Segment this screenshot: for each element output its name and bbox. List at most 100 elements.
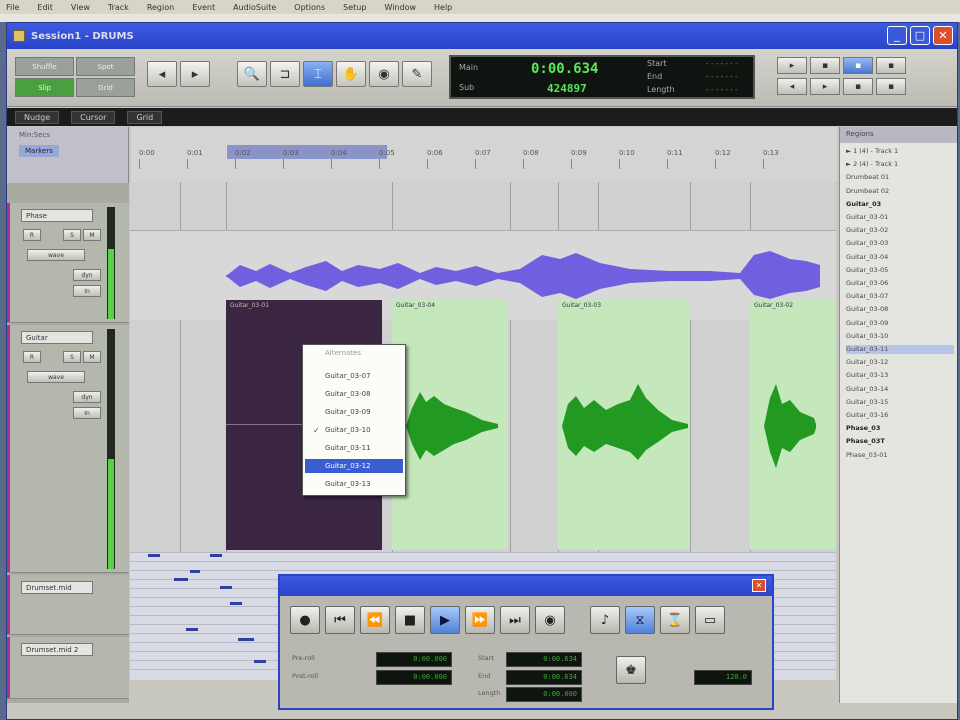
track-name-drumset[interactable]: Drumset.mid — [21, 581, 93, 594]
os-menu-item[interactable]: File — [6, 3, 19, 12]
stop-icon[interactable]: ■ — [395, 606, 425, 634]
os-menu-item[interactable]: Event — [192, 3, 215, 12]
os-menu-item[interactable]: Edit — [37, 3, 53, 12]
record-button[interactable]: R — [23, 229, 41, 241]
os-menu-item[interactable]: Help — [434, 3, 452, 12]
tab-to-transient-button[interactable]: ▸ — [777, 57, 807, 74]
nudge-back-button[interactable]: ◂ — [777, 78, 807, 95]
popup-menu-item[interactable]: Guitar_03-13 — [305, 477, 403, 491]
pre-roll-value[interactable]: 0:00.000 — [376, 652, 452, 667]
os-menu-item[interactable]: Region — [147, 3, 174, 12]
counter-main-value[interactable]: 0:00.634 — [531, 61, 598, 77]
record-button[interactable]: R — [23, 351, 41, 363]
zoom-out-button[interactable]: ◂ — [147, 61, 177, 87]
close-button[interactable]: ✕ — [933, 26, 953, 45]
region-list-item[interactable]: Drumbeat 01 — [846, 173, 954, 182]
ruler-label-markers[interactable]: Markers — [19, 145, 59, 157]
metronome-icon[interactable]: ⧖ — [625, 606, 655, 634]
minimize-button[interactable]: _ — [887, 26, 907, 45]
pencil-tool-icon[interactable]: ✎ — [402, 61, 432, 87]
region-list-item[interactable]: Guitar_03 — [846, 200, 954, 209]
region-list-item[interactable]: ► 1 (4) - Track 1 — [846, 147, 954, 156]
playlist-button[interactable]: wave — [27, 249, 85, 261]
popup-menu-item[interactable]: Guitar_03-09 — [305, 405, 403, 419]
mode-grid-button[interactable]: Grid — [76, 78, 135, 97]
start-value[interactable]: 0:00.634 — [506, 652, 582, 667]
region-list-header[interactable]: Regions — [840, 127, 957, 143]
fast-forward-icon[interactable]: ⏩ — [465, 606, 495, 634]
region-list-item[interactable]: Guitar_03-09 — [846, 319, 954, 328]
grabber-tool-icon[interactable]: ✋ — [336, 61, 366, 87]
length-value[interactable]: ------- — [705, 85, 739, 94]
mode-shuffle-button[interactable]: Shuffle — [15, 57, 74, 76]
os-menu-item[interactable]: Window — [384, 3, 416, 12]
nudge-chip[interactable]: Nudge — [15, 110, 60, 124]
region-list-item[interactable]: Guitar_03-04 — [846, 253, 954, 262]
record-icon[interactable]: ◉ — [535, 606, 565, 634]
selector-tool-icon[interactable]: ⌶ — [303, 61, 333, 87]
mode-spot-button[interactable]: Spot — [76, 57, 135, 76]
rewind-icon[interactable]: ⏪ — [360, 606, 390, 634]
region-list-item[interactable]: Guitar_03-14 — [846, 385, 954, 394]
region-list-item[interactable]: Phase_03T — [846, 437, 954, 446]
region-list-item[interactable]: Guitar_03-10 — [846, 332, 954, 341]
window-titlebar[interactable]: Session1 - DRUMS — [7, 23, 957, 49]
return-to-zero-icon[interactable]: ⏮ — [325, 606, 355, 634]
timeline-selection[interactable] — [227, 145, 387, 159]
solo-button[interactable]: S — [63, 351, 81, 363]
region-list-item[interactable]: Guitar_03-16 — [846, 411, 954, 420]
input-button[interactable]: In — [73, 285, 101, 297]
solo-button[interactable]: S — [63, 229, 81, 241]
edit-timeline[interactable]: Guitar_03-01 Guitar_03-04 Guitar_03-03 G… — [130, 182, 836, 574]
region-list-item[interactable]: Drumbeat 02 — [846, 187, 954, 196]
track-name-phase[interactable]: Phase — [21, 209, 93, 222]
conductor-icon[interactable]: ♚ — [616, 656, 646, 684]
region-list-item[interactable]: Guitar_03-06 — [846, 279, 954, 288]
os-menu-item[interactable]: AudioSuite — [233, 3, 276, 12]
region-list-item[interactable]: Guitar_03-03 — [846, 239, 954, 248]
zoom-in-button[interactable]: ▸ — [180, 61, 210, 87]
region-list-item[interactable]: Guitar_03-08 — [846, 305, 954, 314]
zoomer-tool-icon[interactable]: 🔍 — [237, 61, 267, 87]
transport-close-button[interactable]: ✕ — [752, 579, 766, 592]
maximize-button[interactable]: □ — [910, 26, 930, 45]
region-list-item[interactable]: Guitar_03-02 — [846, 226, 954, 235]
end-value[interactable]: ------- — [705, 72, 739, 81]
countoff-icon[interactable]: ⌛ — [660, 606, 690, 634]
nudge-fwd-button[interactable]: ▸ — [810, 78, 840, 95]
online-button[interactable]: ● — [290, 606, 320, 634]
region-guitar-2[interactable]: Guitar_03-03 — [558, 300, 690, 550]
popup-menu-item[interactable]: Guitar_03-07 — [305, 369, 403, 383]
end-value[interactable]: 0:00.634 — [506, 670, 582, 685]
region-guitar-3[interactable]: Guitar_03-02 — [750, 300, 836, 550]
cursor-chip[interactable]: Cursor — [71, 110, 116, 124]
mode-slip-button[interactable]: Slip — [15, 78, 74, 97]
mirror-midi-button[interactable]: ▪ — [876, 57, 906, 74]
region-list-item[interactable]: Guitar_03-01 — [846, 213, 954, 222]
region-list-item[interactable]: Guitar_03-11 — [846, 345, 954, 354]
mute-button[interactable]: M — [83, 229, 101, 241]
timeline-ruler[interactable]: 0:00 0:01 0:02 0:03 0:04 0:05 0:06 0:07 0:08 0:09… — [131, 127, 837, 183]
region-guitar-1[interactable]: Guitar_03-04 — [392, 300, 508, 550]
mute-button[interactable]: M — [83, 351, 101, 363]
input-button[interactable]: In — [73, 407, 101, 419]
os-menu-item[interactable]: Options — [294, 3, 325, 12]
region-list-item[interactable]: Guitar_03-15 — [846, 398, 954, 407]
track-name-drumset2[interactable]: Drumset.mid 2 — [21, 643, 93, 656]
grid-button[interactable]: ▪ — [843, 78, 873, 95]
region-list-item[interactable]: Phase_03-01 — [846, 451, 954, 460]
region-list-item[interactable]: Guitar_03-07 — [846, 292, 954, 301]
start-value[interactable]: ------- — [705, 59, 739, 68]
trim-tool-icon[interactable]: ⊐ — [270, 61, 300, 87]
playlist-button[interactable]: wave — [27, 371, 85, 383]
grid-chip[interactable]: Grid — [127, 110, 163, 124]
play-icon[interactable]: ▶ — [430, 606, 460, 634]
popup-menu-item[interactable]: Guitar_03-08 — [305, 387, 403, 401]
popup-menu-item[interactable]: ✓ Guitar_03-10 — [305, 423, 403, 437]
scrubber-tool-icon[interactable]: ◉ — [369, 61, 399, 87]
os-menu-item[interactable]: Setup — [343, 3, 366, 12]
region-list-item[interactable]: Guitar_03-05 — [846, 266, 954, 275]
region-list-item[interactable]: Guitar_03-13 — [846, 371, 954, 380]
transport-titlebar[interactable]: ✕ — [280, 576, 772, 596]
voice-button[interactable]: dyn — [73, 391, 101, 403]
